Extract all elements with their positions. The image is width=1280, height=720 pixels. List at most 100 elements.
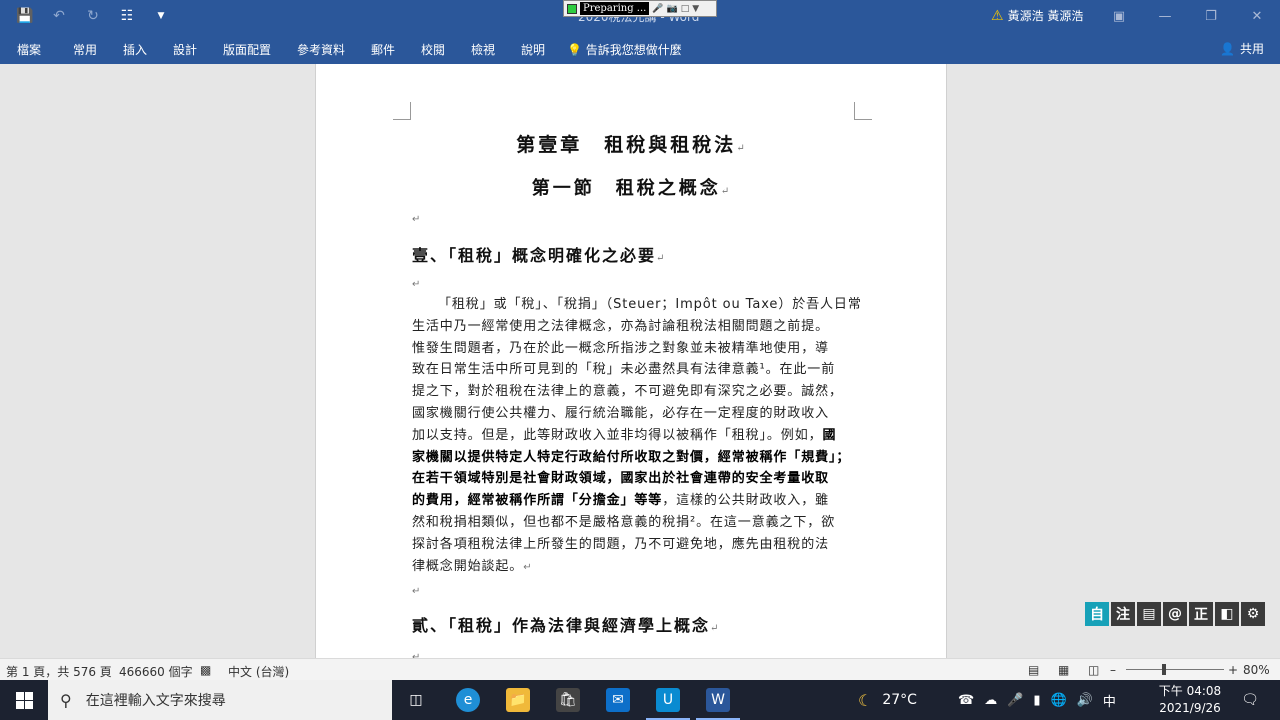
- heading-one-text: 壹、「租稅」概念明確化之必要: [412, 246, 657, 265]
- word-icon[interactable]: W: [706, 688, 730, 712]
- weather-widget[interactable]: ☾ 27°C: [858, 680, 917, 720]
- document-area[interactable]: 第壹章 租稅與租稅法↵ 第一節 租稅之概念↵ ↵ 壹、「租稅」概念明確化之必要↵…: [0, 64, 1280, 658]
- taskbar: ⚲ 在這裡輸入文字來搜尋 ◫ e 📁 🛍 ✉ U W ☾ 27°C ☎ ☁ 🎤 …: [0, 680, 1280, 720]
- status-bar: 第 1 頁，共 576 頁 466660 個字 ▩ 中文 (台灣) ▤ ▦ ◫ …: [0, 658, 1280, 680]
- tab-layout[interactable]: 版面配置: [223, 41, 271, 58]
- section-title: 第一節 租稅之概念↵: [531, 178, 733, 199]
- tab-review[interactable]: 校閱: [421, 41, 445, 58]
- edge-icon[interactable]: e: [456, 688, 480, 712]
- zoom-slider-track[interactable]: [1126, 669, 1224, 670]
- taskbar-search-box[interactable]: ⚲ 在這裡輸入文字來搜尋: [48, 680, 392, 720]
- heading-two-text: 貳、「租稅」作為法律與經濟學上概念: [412, 616, 711, 635]
- word-count[interactable]: 466660 個字: [119, 663, 193, 680]
- start-button[interactable]: [0, 680, 48, 720]
- heading-two: 貳、「租稅」作為法律與經濟學上概念↵: [412, 616, 721, 635]
- tab-mailings[interactable]: 郵件: [371, 41, 395, 58]
- battery-icon[interactable]: ▮: [1033, 693, 1040, 708]
- tab-design[interactable]: 設計: [173, 41, 197, 58]
- quick-access-toolbar: 💾 ↶ ↻ ☷ ▼: [12, 5, 174, 27]
- ribbon-display-icon[interactable]: ▣: [1096, 0, 1142, 32]
- ime-app-icon[interactable]: U: [656, 688, 680, 712]
- phone-icon[interactable]: ☎: [958, 693, 974, 708]
- page-count[interactable]: 第 1 頁，共 576 頁: [6, 663, 112, 680]
- ime-at-button[interactable]: @: [1163, 602, 1187, 626]
- select-region-icon[interactable]: □: [681, 4, 690, 14]
- redo-icon[interactable]: ↻: [80, 5, 106, 27]
- web-layout-icon[interactable]: ◫: [1088, 663, 1099, 677]
- store-icon[interactable]: 🛍: [556, 688, 580, 712]
- print-layout-icon[interactable]: ▦: [1058, 663, 1069, 677]
- microphone-icon[interactable]: 🎤: [652, 4, 663, 14]
- zoom-out-button[interactable]: –: [1110, 663, 1116, 677]
- ime-settings-icon[interactable]: ⚙: [1241, 602, 1265, 626]
- user-name: 黃源浩 黃源浩: [1007, 9, 1084, 23]
- tab-view[interactable]: 檢視: [471, 41, 495, 58]
- dictation-widget[interactable]: Preparing ... 🎤 📷 □ ▼: [563, 0, 717, 17]
- crop-mark-top-right: [854, 102, 872, 120]
- tab-references[interactable]: 參考資料: [297, 41, 345, 58]
- ime-note-button[interactable]: 注: [1111, 602, 1135, 626]
- moon-icon: ☾: [858, 690, 873, 710]
- language-indicator[interactable]: 中文 (台灣): [228, 663, 289, 680]
- paragraph-mark: ↵: [412, 586, 421, 597]
- microphone-tray-icon[interactable]: 🎤: [1007, 693, 1023, 708]
- ime-floating-toolbar: 自 注 ▤ @ 正 ◧ ⚙: [1085, 602, 1265, 626]
- section-title-text: 第一節 租稅之概念: [531, 178, 721, 199]
- minimize-button[interactable]: —: [1142, 0, 1188, 32]
- person-icon: 👤: [1220, 41, 1235, 56]
- dictation-status: Preparing ...: [580, 2, 650, 15]
- dropdown-icon[interactable]: ▼: [692, 4, 699, 14]
- paragraph-mark: ↵: [412, 279, 421, 290]
- text-line: 生活中乃一經常使用之法律概念，亦為討論租稅法相關問題之前提。: [412, 318, 830, 334]
- ime-list-icon[interactable]: ▤: [1137, 602, 1161, 626]
- heading-one: 壹、「租稅」概念明確化之必要↵: [412, 246, 667, 265]
- text-line: 家機關以提供特定人特定行政給付所收取之對價，經常被稱作「規費」；: [412, 447, 858, 469]
- text-line: 惟發生問題者，乃在於此一概念所指涉之對象並未被精準地使用，導: [412, 340, 830, 356]
- onedrive-icon[interactable]: ☁: [984, 693, 997, 708]
- proofing-icon[interactable]: ▩: [200, 663, 211, 677]
- zoom-slider-thumb[interactable]: [1162, 664, 1166, 675]
- notifications-icon[interactable]: 🗨: [1238, 688, 1262, 712]
- text-line: 的費用，經常被稱作所謂「分擔金」等等，這樣的公共財政收入，雖: [412, 490, 858, 512]
- tab-file[interactable]: 檔案: [17, 41, 41, 58]
- text-run: 律概念開始談起。: [412, 558, 524, 574]
- save-icon[interactable]: 💾: [12, 5, 38, 27]
- restore-button[interactable]: ❐: [1188, 0, 1234, 32]
- tell-me-search[interactable]: 💡 告訴我您想做什麼: [567, 41, 682, 58]
- zoom-level[interactable]: 80%: [1243, 663, 1270, 677]
- volume-icon[interactable]: 🔊: [1077, 693, 1093, 708]
- search-placeholder: 在這裡輸入文字來搜尋: [85, 693, 226, 709]
- system-tray: ☎ ☁ 🎤 ▮ 🌐 🔊 中: [958, 680, 1116, 720]
- mail-icon[interactable]: ✉: [606, 688, 630, 712]
- clock-time: 下午 04:08: [1158, 684, 1222, 698]
- share-label: 共用: [1239, 42, 1264, 56]
- share-button[interactable]: 👤 共用: [1220, 40, 1264, 57]
- tab-help[interactable]: 說明: [521, 41, 545, 58]
- camera-icon[interactable]: 📷: [667, 4, 678, 14]
- body-paragraph[interactable]: 「租稅」或「稅」、「稅捐」（Steuer；Impôt ou Taxe）於吾人日常…: [412, 294, 862, 577]
- zoom-in-button[interactable]: +: [1228, 663, 1238, 677]
- status-indicator-icon: [567, 3, 577, 14]
- clock[interactable]: 下午 04:08 2021/9/26: [1150, 683, 1230, 717]
- chapter-title: 第壹章 租稅與租稅法↵: [516, 134, 748, 156]
- weather-temp: 27°C: [882, 692, 917, 708]
- read-mode-icon[interactable]: ▤: [1028, 663, 1039, 677]
- ime-mode[interactable]: 中: [1103, 691, 1116, 710]
- user-account[interactable]: ⚠ 黃源浩 黃源浩: [991, 7, 1083, 24]
- customize-qat-icon[interactable]: ▼: [148, 5, 174, 27]
- task-view-icon[interactable]: ◫: [404, 688, 428, 712]
- draw-table-icon[interactable]: ☷: [114, 5, 140, 27]
- close-button[interactable]: ✕: [1234, 0, 1280, 32]
- file-explorer-icon[interactable]: 📁: [506, 688, 530, 712]
- ime-halfwidth-icon[interactable]: ◧: [1215, 602, 1239, 626]
- tab-insert[interactable]: 插入: [123, 41, 147, 58]
- ime-zheng-button[interactable]: 正: [1189, 602, 1213, 626]
- lightbulb-icon: 💡: [567, 43, 582, 57]
- text-line: 「租稅」或「稅」、「稅捐」（Steuer；Impôt ou Taxe）於吾人日常: [438, 297, 862, 312]
- undo-icon[interactable]: ↶: [46, 5, 72, 27]
- document-page[interactable]: 第壹章 租稅與租稅法↵ 第一節 租稅之概念↵ ↵ 壹、「租稅」概念明確化之必要↵…: [315, 64, 947, 658]
- ime-self-button[interactable]: 自: [1085, 602, 1109, 626]
- network-icon[interactable]: 🌐: [1051, 693, 1067, 708]
- tab-home[interactable]: 常用: [73, 41, 97, 58]
- warning-icon: ⚠: [991, 7, 1004, 24]
